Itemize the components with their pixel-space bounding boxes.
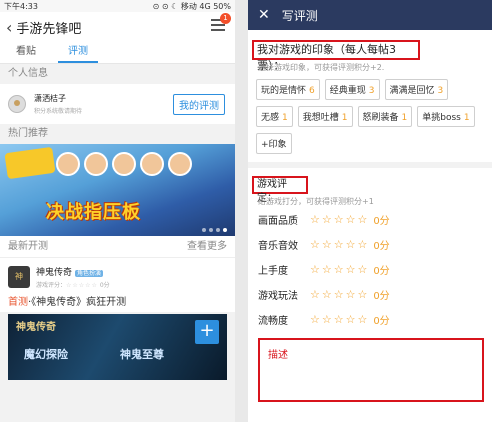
notification-badge: 1: [220, 13, 231, 24]
game-score: 0分: [99, 282, 110, 289]
impression-tag[interactable]: 单挑boss 1: [417, 106, 475, 127]
user-card: 潇洒桔子 积分系统敬请期待 我的评测: [0, 84, 235, 124]
rating-row: 画面品质 ☆☆☆☆☆ 0分: [248, 207, 492, 232]
cover-caption-right: 神鬼至尊: [120, 348, 164, 361]
view-more-link[interactable]: 查看更多: [187, 236, 227, 257]
game-cover-image[interactable]: 神鬼传奇 魔幻探险 神鬼至尊 +: [8, 314, 227, 380]
status-bar: 下午4:33 ⊙ ⊙ ☾ 移动 4G 50%: [0, 0, 235, 12]
review-title: 写评测: [281, 8, 318, 23]
rating-row: 上手度 ☆☆☆☆☆ 0分: [248, 257, 492, 282]
impression-tag[interactable]: 怒刷装备 1: [357, 106, 413, 127]
banner-characters: [56, 152, 192, 176]
rating-hint: 给游戏打分，可获得评测积分+1: [258, 197, 374, 206]
rating-label: 上手度: [258, 266, 288, 277]
user-hint: 积分系统敬请期待: [34, 108, 83, 115]
star-rating-icon[interactable]: ☆☆☆☆☆: [310, 263, 369, 276]
impression-title: 我对游戏的印象（每人每帖3票）：: [252, 40, 420, 72]
divider: [248, 162, 492, 168]
menu-icon[interactable]: 1: [211, 13, 231, 32]
forum-tabs: 看贴 评测: [0, 42, 235, 64]
status-icons: ⊙ ⊙ ☾ 移动 4G 50%: [152, 1, 231, 11]
banner-logo: [4, 146, 56, 180]
star-rating-icon[interactable]: ☆☆☆☆☆: [310, 213, 369, 226]
star-rating-icon[interactable]: ☆☆☆☆☆: [310, 288, 369, 301]
back-icon[interactable]: ‹: [6, 18, 12, 37]
impression-tag[interactable]: 我想吐槽 1: [297, 106, 353, 127]
impression-tag[interactable]: 无感 1: [256, 106, 293, 127]
game-icon: 神: [8, 266, 30, 288]
carousel-dots: [202, 228, 227, 232]
promo-banner[interactable]: 决战指压板: [0, 144, 235, 236]
forum-screen: 下午4:33 ⊙ ⊙ ☾ 移动 4G 50% ‹ 手游先锋吧 1 看贴 评测 个…: [0, 0, 235, 422]
user-name: 潇洒桔子: [34, 94, 66, 103]
my-review-button[interactable]: 我的评测: [173, 94, 225, 115]
rating-label: 画面品质: [258, 216, 298, 227]
latest-tests-row: 最新开测 查看更多: [0, 236, 235, 258]
rating-score: 0分: [373, 266, 390, 277]
tab-posts[interactable]: 看贴: [0, 42, 52, 63]
forum-title: 手游先锋吧: [16, 21, 82, 37]
latest-tests-heading: 最新开测: [8, 241, 48, 252]
cover-caption-left: 魔幻探险: [24, 348, 68, 361]
impression-tag[interactable]: 经典重现 3: [324, 79, 380, 100]
status-time: 下午4:33: [4, 1, 38, 11]
rating-score: 0分: [373, 316, 390, 327]
rating-score: 0分: [373, 241, 390, 252]
hot-recommend-heading: 热门推荐: [0, 124, 235, 144]
add-impression-button[interactable]: +印象: [256, 133, 292, 154]
impression-tag[interactable]: 玩的是情怀 6: [256, 79, 320, 100]
rating-score: 0分: [373, 291, 390, 302]
description-label: 描述: [268, 350, 288, 361]
game-genre-tag: 角色扮演: [75, 270, 104, 277]
cover-logo: 神鬼传奇: [16, 322, 56, 333]
star-rating-icon[interactable]: ☆☆☆☆☆: [310, 313, 369, 326]
review-header: ✕ 写评测: [248, 0, 492, 30]
rating-label: 音乐音效: [258, 241, 298, 252]
close-icon[interactable]: ✕: [258, 7, 270, 23]
impression-hint: 选择游戏印象，可获得评测积分+2.: [258, 63, 385, 72]
rating-label: 流畅度: [258, 316, 288, 327]
news-headline[interactable]: 首测·《神鬼传奇》疯狂开测: [0, 296, 235, 312]
rating-label: 游戏玩法: [258, 291, 298, 302]
tab-reviews[interactable]: 评测: [58, 42, 98, 63]
description-input[interactable]: 描述: [258, 338, 484, 402]
impression-tags: 玩的是情怀 6 经典重现 3 满满是回忆 3 无感 1 我想吐槽 1 怒刷装备 1 单挑bo…: [248, 73, 492, 154]
headline-text: ·《神鬼传奇》疯狂开测: [28, 297, 127, 308]
rating-row: 游戏玩法 ☆☆☆☆☆ 0分: [248, 282, 492, 307]
rating-row: 音乐音效 ☆☆☆☆☆ 0分: [248, 232, 492, 257]
avatar[interactable]: [8, 95, 26, 113]
game-item[interactable]: 神 神鬼传奇 角色扮演 游戏评分：☆☆☆☆☆ 0分: [0, 258, 235, 296]
personal-info-heading: 个人信息: [0, 64, 235, 84]
add-post-button[interactable]: +: [195, 320, 219, 344]
game-score-label: 游戏评分：: [36, 282, 67, 289]
write-review-screen: ✕ 写评测 我对游戏的印象（每人每帖3票）： 选择游戏印象，可获得评测积分+2.…: [248, 0, 492, 422]
rating-title: 游戏评定：: [252, 176, 308, 204]
rating-list: 画面品质 ☆☆☆☆☆ 0分 音乐音效 ☆☆☆☆☆ 0分 上手度 ☆☆☆☆☆ 0分…: [248, 207, 492, 332]
rating-row: 流畅度 ☆☆☆☆☆ 0分: [248, 307, 492, 332]
star-rating-icon[interactable]: ☆☆☆☆☆: [310, 238, 369, 251]
game-score-stars-icon: ☆☆☆☆☆: [66, 282, 98, 289]
game-name: 神鬼传奇: [36, 268, 73, 278]
forum-header: ‹ 手游先锋吧 1: [0, 12, 235, 42]
headline-tag: 首测: [8, 297, 28, 308]
banner-slogan: 决战指压板: [46, 202, 141, 223]
impression-tag[interactable]: 满满是回忆 3: [384, 79, 449, 100]
rating-score: 0分: [373, 216, 390, 227]
